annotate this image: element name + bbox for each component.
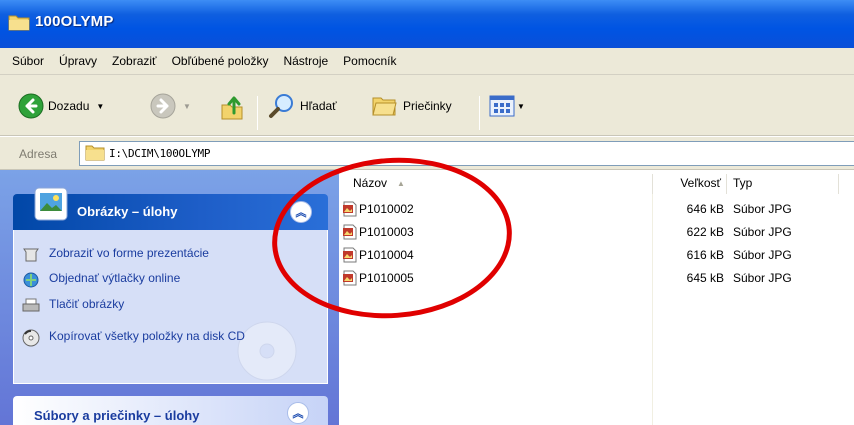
- jpg-file-icon: [343, 224, 357, 240]
- forward-dropdown-icon[interactable]: ▼: [183, 102, 191, 111]
- collapse-picture-tasks-button[interactable]: ︽: [290, 201, 312, 223]
- menu-file[interactable]: Súbor: [12, 54, 44, 68]
- collapse-file-tasks-button[interactable]: ︽: [287, 402, 309, 424]
- title-bar[interactable]: [0, 0, 854, 48]
- column-name-label: Názov: [353, 176, 388, 190]
- column-divider[interactable]: [838, 174, 839, 194]
- search-button[interactable]: Hľadať: [268, 92, 337, 120]
- picture-tasks-title: Obrázky – úlohy: [77, 204, 178, 219]
- back-dropdown-icon[interactable]: ▼: [96, 102, 104, 111]
- back-label: Dozadu: [48, 99, 90, 113]
- table-row[interactable]: P1010004: [342, 246, 414, 264]
- task-label: Tlačiť obrázky: [49, 297, 125, 311]
- search-icon: [269, 94, 293, 118]
- task-copy-to-cd[interactable]: Kopírovať všetky položky na disk CD: [22, 329, 272, 347]
- address-label: Adresa: [19, 147, 58, 161]
- menu-bar: Súbor Úpravy Zobraziť Obľúbené položky N…: [0, 48, 854, 75]
- column-header-type[interactable]: Typ: [727, 172, 837, 194]
- file-tasks-title: Súbory a priečinky – úlohy: [34, 408, 200, 423]
- up-folder-icon: [221, 96, 243, 120]
- jpg-file-icon: [343, 270, 357, 286]
- menu-edit[interactable]: Úpravy: [59, 54, 97, 68]
- cd-copy-icon: [22, 329, 40, 347]
- printer-icon: [22, 298, 40, 312]
- task-label: Zobraziť vo forme prezentácie: [49, 246, 209, 260]
- folders-label: Priečinky: [403, 99, 452, 113]
- sort-ascending-icon: ▲: [397, 178, 405, 188]
- table-row[interactable]: P1010002: [342, 200, 414, 218]
- file-name: P1010004: [359, 248, 414, 262]
- task-slideshow[interactable]: Zobraziť vo forme prezentácie: [22, 246, 209, 264]
- folder-icon: [85, 145, 105, 161]
- task-order-prints[interactable]: Objednať výtlačky online: [22, 271, 180, 289]
- folders-icon: [372, 97, 397, 116]
- column-size-label: Veľkosť: [680, 176, 721, 190]
- chevron-up-icon: ︽: [292, 408, 304, 420]
- file-type: Súbor JPG: [733, 202, 792, 216]
- column-type-label: Typ: [733, 176, 753, 190]
- back-button[interactable]: Dozadu ▼: [18, 93, 104, 119]
- search-label: Hľadať: [300, 99, 337, 113]
- slideshow-icon: [23, 248, 39, 262]
- forward-arrow-icon: [150, 93, 176, 119]
- table-row[interactable]: P1010003: [342, 223, 414, 241]
- views-dropdown-icon[interactable]: ▼: [517, 102, 525, 111]
- menu-favorites[interactable]: Obľúbené položky: [172, 54, 269, 68]
- order-prints-icon: [23, 272, 39, 288]
- menu-help[interactable]: Pomocník: [343, 54, 396, 68]
- chevron-up-icon: ︽: [295, 207, 307, 219]
- task-print[interactable]: Tlačiť obrázky: [22, 297, 124, 315]
- jpg-file-icon: [343, 247, 357, 263]
- table-row[interactable]: P1010005: [342, 269, 414, 287]
- file-type: Súbor JPG: [733, 225, 792, 239]
- file-size: 616 kB: [686, 248, 724, 262]
- file-name: P1010005: [359, 271, 414, 285]
- address-path: I:\DCIM\100OLYMP: [109, 147, 211, 160]
- file-name: P1010003: [359, 225, 414, 239]
- views-button[interactable]: ▼: [489, 95, 525, 117]
- folders-button[interactable]: Priečinky: [371, 93, 452, 119]
- menu-tools[interactable]: Nástroje: [283, 54, 328, 68]
- toolbar-separator: [479, 96, 480, 130]
- pictures-icon: [34, 187, 68, 221]
- toolbar-separator: [257, 96, 258, 130]
- up-folder-button[interactable]: [219, 93, 245, 121]
- file-type: Súbor JPG: [733, 271, 792, 285]
- file-size: 646 kB: [686, 202, 724, 216]
- task-label: Objednať výtlačky online: [49, 271, 181, 285]
- column-header-size[interactable]: Veľkosť: [653, 172, 725, 194]
- file-size: 622 kB: [686, 225, 724, 239]
- task-label: Kopírovať všetky položky na disk CD: [49, 329, 245, 343]
- back-arrow-icon: [18, 93, 44, 119]
- forward-button[interactable]: ▼: [150, 93, 191, 119]
- views-icon: [489, 95, 515, 117]
- folder-icon: [8, 15, 30, 31]
- file-type: Súbor JPG: [733, 248, 792, 262]
- menu-view[interactable]: Zobraziť: [112, 54, 157, 68]
- window-title: 100OLYMP: [35, 13, 114, 30]
- file-size: 645 kB: [686, 271, 724, 285]
- explorer-window: 100OLYMP Súbor Úpravy Zobraziť Obľúbené …: [0, 0, 854, 425]
- file-name: P1010002: [359, 202, 414, 216]
- jpg-file-icon: [343, 201, 357, 217]
- column-header-name[interactable]: Názov ▲: [350, 172, 650, 194]
